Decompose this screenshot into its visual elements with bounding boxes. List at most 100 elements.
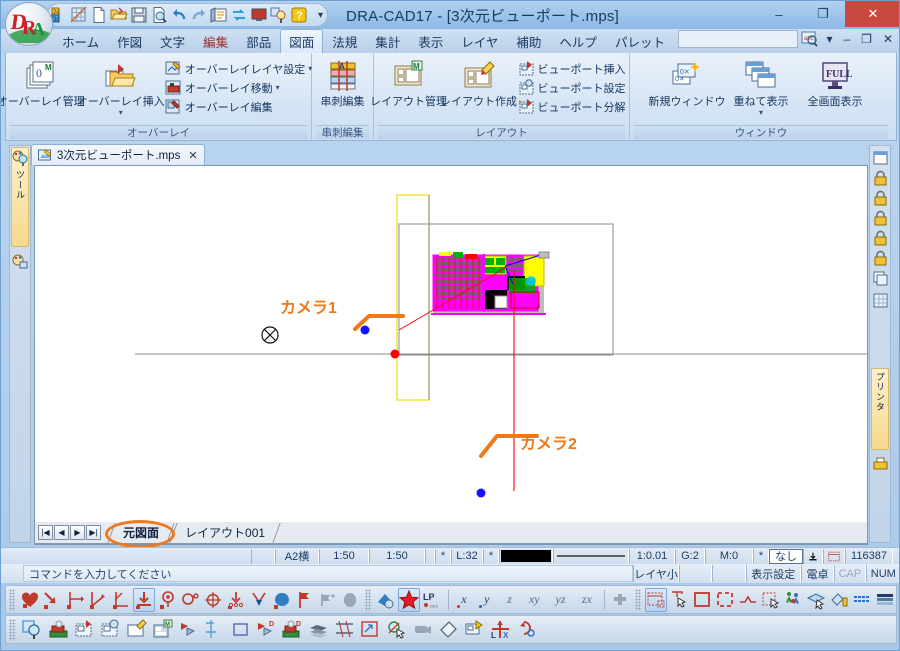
snap-quadrant-icon[interactable] xyxy=(203,588,224,612)
eraser-icon[interactable] xyxy=(436,618,460,642)
axis-z-button[interactable]: z xyxy=(499,588,520,612)
search-help-icon[interactable]: abc xyxy=(801,30,819,48)
rail-grid-icon[interactable] xyxy=(872,292,889,309)
select-plane-icon[interactable] xyxy=(806,588,827,612)
rail-palette-icon[interactable] xyxy=(12,254,29,271)
search-caret-icon[interactable]: ▾ xyxy=(822,30,836,48)
select-pointer-icon[interactable] xyxy=(669,588,690,612)
ucs-axis-icon[interactable]: LX xyxy=(488,618,512,642)
axis-zx-button[interactable]: zx xyxy=(575,588,599,612)
menu-item-home[interactable]: ホーム xyxy=(53,29,108,54)
display-settings-cell[interactable]: 表示設定 xyxy=(745,565,801,582)
calculator-cell[interactable]: 電卓 xyxy=(800,565,835,582)
scale-1-cell[interactable]: 1:50 xyxy=(319,548,369,564)
ucs-gray-icon[interactable] xyxy=(610,588,631,612)
help-icon[interactable]: ? xyxy=(290,6,308,24)
overlay-insert-button[interactable]: オーバーレイ挿入 ▾ xyxy=(77,57,165,117)
snap-flag-icon[interactable] xyxy=(294,588,315,612)
layer-star-cell[interactable]: * xyxy=(435,548,451,564)
undo-icon[interactable] xyxy=(170,6,188,24)
paper-size-cell[interactable]: A2横 xyxy=(275,548,319,564)
overlay-manage-button[interactable]: 0 M オーバーレイ管理 xyxy=(1,57,85,109)
overlay-move-caret-icon[interactable]: ▾ xyxy=(276,83,280,92)
snap-perpendicular-icon[interactable] xyxy=(110,588,131,612)
overlay-edit-button[interactable]: オーバーレイ編集 xyxy=(162,97,316,116)
rail-printer-icon[interactable] xyxy=(872,456,889,473)
axis-x-button[interactable]: x xyxy=(454,588,475,612)
rail-copy-icon[interactable] xyxy=(872,270,889,287)
properties-icon[interactable] xyxy=(210,6,228,24)
select-viewport-icon[interactable] xyxy=(644,587,667,612)
menu-item-edit[interactable]: 編集 xyxy=(194,29,237,54)
menu-item-layer[interactable]: レイヤ xyxy=(452,29,507,54)
axis-xy-button[interactable]: xy xyxy=(522,588,546,612)
viewport-manage-tool-icon[interactable]: M xyxy=(150,618,174,642)
ucs-lp-icon[interactable]: LP mm xyxy=(422,588,443,612)
ucs-star-icon[interactable] xyxy=(397,587,420,612)
viewport-explode-button[interactable]: ビューポート分解 xyxy=(515,97,629,116)
window-maximize-button[interactable]: ❐ xyxy=(801,1,845,27)
scale-2-cell[interactable]: 1:50 xyxy=(369,548,425,564)
ucs-settings-icon[interactable] xyxy=(375,588,396,612)
viewport-settings-tool-icon[interactable] xyxy=(98,618,122,642)
sheet-nav-last[interactable]: ▶| xyxy=(86,525,101,540)
quick-access-caret[interactable]: ▾ xyxy=(318,10,323,21)
rail-window-tile-icon[interactable] xyxy=(872,150,889,167)
toolbar-grip-3[interactable] xyxy=(634,588,641,611)
document-tab-close-icon[interactable]: ✕ xyxy=(188,149,197,162)
menu-item-view[interactable]: 表示 xyxy=(409,29,452,54)
viewport-copy-icon[interactable] xyxy=(462,618,486,642)
viewport-status-icon[interactable] xyxy=(823,548,845,564)
axis-y-button[interactable]: y xyxy=(476,588,497,612)
display-icon[interactable] xyxy=(250,6,268,24)
snap-midpoint-icon[interactable] xyxy=(88,588,109,612)
menu-item-text[interactable]: 文字 xyxy=(151,29,194,54)
fullscreen-button[interactable]: FULL 全画面表示 xyxy=(799,57,871,109)
menu-item-draw[interactable]: 作図 xyxy=(108,29,151,54)
zoom-tool-icon[interactable] xyxy=(270,6,288,24)
ucs-rotate-icon[interactable] xyxy=(514,618,538,642)
linetype-name-cell[interactable]: なし xyxy=(769,548,803,564)
toolbar-grip-1[interactable] xyxy=(9,588,16,611)
skewer-edit-button[interactable]: A 串刺編集 xyxy=(316,57,370,109)
layout-manage-button[interactable]: M レイアウト管理 xyxy=(370,57,447,109)
search-input[interactable] xyxy=(678,30,799,48)
sheet-tab-original[interactable]: 元図面 xyxy=(109,523,171,543)
snap-tangent-icon[interactable] xyxy=(180,588,201,612)
overlay-layer-settings-button[interactable]: オーバーレイレイヤ設定 ▾ xyxy=(162,59,316,78)
snap-division-icon[interactable] xyxy=(226,588,247,612)
color-star-cell[interactable]: * xyxy=(483,548,499,564)
viewport-settings-button[interactable]: ビューポート設定 xyxy=(515,78,629,97)
render-3d-icon[interactable]: D xyxy=(280,618,304,642)
viewport-insert-tool-icon[interactable] xyxy=(72,618,96,642)
doc-minimize-button[interactable]: – xyxy=(839,30,854,48)
menu-item-tally[interactable]: 集計 xyxy=(366,29,409,54)
hatch-cross-icon[interactable] xyxy=(332,618,356,642)
toolbar-grip-2[interactable] xyxy=(364,588,371,611)
rail-palette-zoom-icon[interactable] xyxy=(12,150,29,167)
cascade-windows-caret-icon[interactable]: ▾ xyxy=(759,109,763,117)
doc-close-button[interactable]: ✕ xyxy=(879,30,897,48)
snap-center-icon[interactable] xyxy=(157,588,178,612)
view-direction-3d-icon[interactable]: D xyxy=(254,618,278,642)
sheet-nav-prev[interactable]: ◀ xyxy=(54,525,69,540)
menu-item-regulations[interactable]: 法規 xyxy=(323,29,366,54)
refresh-icon[interactable] xyxy=(230,6,248,24)
window-minimize-button[interactable]: – xyxy=(757,1,801,27)
current-color-swatch[interactable] xyxy=(499,548,553,564)
zoom-window-icon[interactable] xyxy=(20,618,44,642)
rail-lock-3-icon[interactable] xyxy=(872,210,889,227)
section-line-icon[interactable] xyxy=(202,618,226,642)
viewport-edit-tool-icon[interactable] xyxy=(124,618,148,642)
snap-arrow-icon[interactable] xyxy=(249,588,270,612)
doc-restore-button[interactable]: ❐ xyxy=(857,30,876,48)
snap-node-icon[interactable] xyxy=(317,588,338,612)
layer-small-cell[interactable]: レイヤ小 xyxy=(633,565,679,582)
snap-endpoint-icon[interactable] xyxy=(42,588,63,612)
current-linetype-swatch[interactable] xyxy=(553,548,629,564)
select-polyline-icon[interactable] xyxy=(737,588,758,612)
menu-item-assist[interactable]: 補助 xyxy=(507,29,550,54)
grid-snap-icon[interactable] xyxy=(70,6,88,24)
snap-solid-icon[interactable] xyxy=(340,588,361,612)
window-close-button[interactable]: ✕ xyxy=(845,1,899,27)
